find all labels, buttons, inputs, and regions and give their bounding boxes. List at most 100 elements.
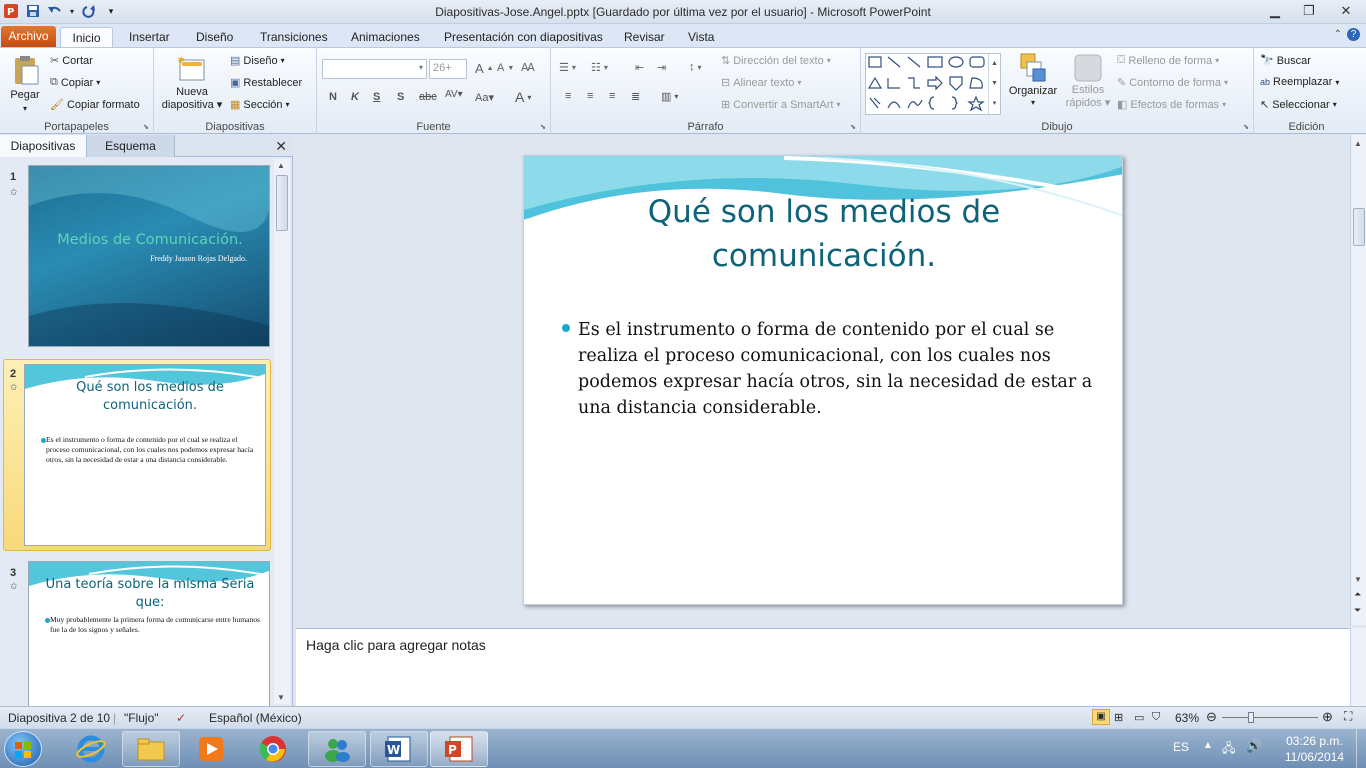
shape-fill-button[interactable]: ⛋ Relleno de forma ▾	[1117, 54, 1219, 67]
slide-title[interactable]: Qué son los medios de comunicación.	[524, 190, 1122, 278]
zoom-level[interactable]: 63%	[1175, 711, 1199, 725]
notes-scrollbar[interactable]	[1350, 628, 1366, 706]
slide-body-text[interactable]: Es el instrumento o forma de contenido p…	[578, 317, 1098, 421]
shrink-font-icon[interactable]: A ▼	[497, 62, 514, 74]
show-desktop-button[interactable]	[1356, 729, 1366, 768]
scroll-thumb[interactable]	[276, 175, 288, 231]
grow-font-icon[interactable]: A ▲	[475, 61, 494, 76]
tab-revisar[interactable]: Revisar	[614, 27, 675, 48]
tab-archivo[interactable]: Archivo	[1, 26, 56, 48]
increase-indent-icon[interactable]: ⇥	[657, 61, 666, 74]
system-clock[interactable]: 03:26 p.m. 11/06/2014	[1285, 733, 1344, 765]
replace-button[interactable]: ab Reemplazar ▾	[1260, 76, 1339, 88]
notes-pane[interactable]: Haga clic para agregar notas	[296, 628, 1350, 706]
zoom-out-icon[interactable]: ⊖	[1206, 709, 1217, 725]
arrange-button[interactable]: Organizar ▾	[1005, 52, 1061, 107]
slide-scrollbar[interactable]: ▲ ▼ ⏶ ⏷	[1350, 135, 1366, 625]
font-dialog-launcher-icon[interactable]: ⬊	[540, 123, 546, 131]
align-center-icon[interactable]: ≡	[587, 90, 593, 102]
tab-outline[interactable]: Esquema	[87, 135, 175, 157]
chrome-icon[interactable]	[244, 731, 302, 767]
paragraph-dialog-launcher-icon[interactable]: ⬊	[850, 123, 856, 131]
language-indicator[interactable]: Español (México)	[209, 711, 302, 725]
dialog-launcher-icon[interactable]: ⬊	[143, 123, 149, 131]
spellcheck-icon[interactable]: ✓	[176, 711, 186, 725]
tab-insertar[interactable]: Insertar	[119, 27, 180, 48]
quick-styles-button[interactable]: Estilos rápidos ▾	[1065, 52, 1111, 109]
current-slide[interactable]: Qué son los medios de comunicación. Es e…	[523, 155, 1123, 605]
cut-button[interactable]: ✂ Cortar	[50, 54, 93, 68]
paste-button[interactable]: Pegar ▾	[6, 54, 44, 113]
close-pane-icon[interactable]: ✕	[275, 138, 287, 155]
decrease-indent-icon[interactable]: ⇤	[635, 61, 644, 74]
tab-inicio[interactable]: Inicio	[60, 27, 113, 48]
italic-icon[interactable]: K	[351, 91, 359, 103]
show-hidden-icons-icon[interactable]: ▲	[1203, 740, 1213, 751]
char-spacing-icon[interactable]: AV▾	[445, 89, 463, 100]
notes-placeholder[interactable]: Haga clic para agregar notas	[306, 637, 486, 653]
section-button[interactable]: ▦ Sección ▾	[230, 98, 290, 112]
minimize-icon[interactable]: ▁	[1258, 0, 1292, 22]
select-button[interactable]: ↖ Seleccionar ▾	[1260, 98, 1337, 112]
help-icon[interactable]: ?	[1347, 28, 1360, 41]
shapes-scroll-icon[interactable]: ▲ ▼ ▾	[988, 54, 1000, 114]
clear-formatting-icon[interactable]: Ꜳ	[521, 61, 535, 74]
find-button[interactable]: 🔭 Buscar	[1260, 54, 1311, 68]
network-icon[interactable]: 🖧	[1222, 739, 1235, 760]
fit-to-window-icon[interactable]: ⛶	[1344, 709, 1352, 724]
slide-thumbnail-3[interactable]: 3 ✩ Una teoría sobre la misma Seria que:…	[4, 561, 270, 706]
powerpoint-taskbar-icon[interactable]: P	[430, 731, 488, 767]
next-slide-icon[interactable]: ⏷	[1354, 605, 1361, 616]
zoom-in-icon[interactable]: ⊕	[1322, 709, 1333, 725]
scroll-up-icon[interactable]: ▲	[277, 161, 285, 170]
media-player-icon[interactable]	[182, 731, 240, 767]
columns-icon[interactable]: ▥ ▾	[661, 90, 678, 103]
underline-icon[interactable]: S	[373, 91, 380, 103]
zoom-slider-thumb[interactable]	[1248, 712, 1254, 723]
slide-thumbnail-1[interactable]: 1 ✩ Medios de Comunicación. Freddy Jasso…	[4, 165, 270, 351]
scroll-down-icon[interactable]: ▼	[277, 693, 285, 702]
tab-presentacion[interactable]: Presentación con diapositivas	[434, 27, 613, 48]
slide-thumbnail-2[interactable]: 2 ✩ Qué son los medios de comunicación. …	[3, 359, 271, 551]
scroll-down-icon[interactable]: ▼	[1354, 575, 1362, 584]
tab-transiciones[interactable]: Transiciones	[250, 27, 338, 48]
messenger-icon[interactable]	[308, 731, 366, 767]
font-size-select[interactable]: 26+	[429, 59, 467, 79]
start-button[interactable]	[4, 731, 42, 767]
smartart-button[interactable]: ⊞ Convertir a SmartArt ▾	[721, 98, 840, 112]
numbering-icon[interactable]: ☷ ▾	[591, 61, 608, 74]
justify-icon[interactable]: ≣	[631, 90, 640, 103]
reading-view-icon[interactable]: ▭	[1134, 711, 1144, 724]
format-painter-button[interactable]: 🖌 Copiar formato	[50, 98, 140, 112]
align-left-icon[interactable]: ≡	[565, 90, 571, 102]
word-icon[interactable]: W	[370, 731, 428, 767]
scroll-up-icon[interactable]: ▲	[1354, 139, 1362, 148]
reset-button[interactable]: ▣ Restablecer	[230, 76, 302, 90]
tab-diseno[interactable]: Diseño	[186, 27, 243, 48]
slideshow-view-icon[interactable]: ⛉	[1152, 711, 1160, 724]
normal-view-icon[interactable]: ▣	[1092, 709, 1110, 725]
new-slide-button[interactable]: ✶ Nueva diapositiva ▾	[160, 54, 224, 111]
tab-slides[interactable]: Diapositivas	[0, 135, 87, 157]
copy-button[interactable]: ⧉ Copiar ▾	[50, 76, 100, 89]
strikethrough-icon[interactable]: abc	[419, 91, 437, 103]
shadow-icon[interactable]: S	[397, 91, 404, 103]
align-right-icon[interactable]: ≡	[609, 90, 615, 102]
zoom-slider[interactable]	[1222, 717, 1318, 718]
maximize-icon[interactable]: ❐	[1292, 0, 1326, 22]
tab-vista[interactable]: Vista	[678, 27, 724, 48]
internet-explorer-icon[interactable]	[62, 731, 120, 767]
volume-icon[interactable]: 🔊	[1246, 738, 1262, 754]
scroll-thumb[interactable]	[1353, 208, 1365, 246]
shape-outline-button[interactable]: ✎ Contorno de forma ▾	[1117, 76, 1228, 90]
align-text-button[interactable]: ⊟ Alinear texto ▾	[721, 76, 801, 90]
close-icon[interactable]: ✕	[1326, 0, 1366, 22]
bullets-icon[interactable]: ☰ ▾	[559, 61, 576, 74]
change-case-icon[interactable]: Aa▾	[475, 91, 494, 104]
input-language[interactable]: ES	[1173, 740, 1189, 754]
font-color-icon[interactable]: A ▾	[515, 89, 531, 105]
drawing-dialog-launcher-icon[interactable]: ⬊	[1243, 123, 1249, 131]
shapes-gallery[interactable]: ▲ ▼ ▾	[865, 53, 1001, 115]
line-spacing-icon[interactable]: ↕ ▾	[689, 61, 702, 73]
font-name-select[interactable]: ▾	[322, 59, 427, 79]
